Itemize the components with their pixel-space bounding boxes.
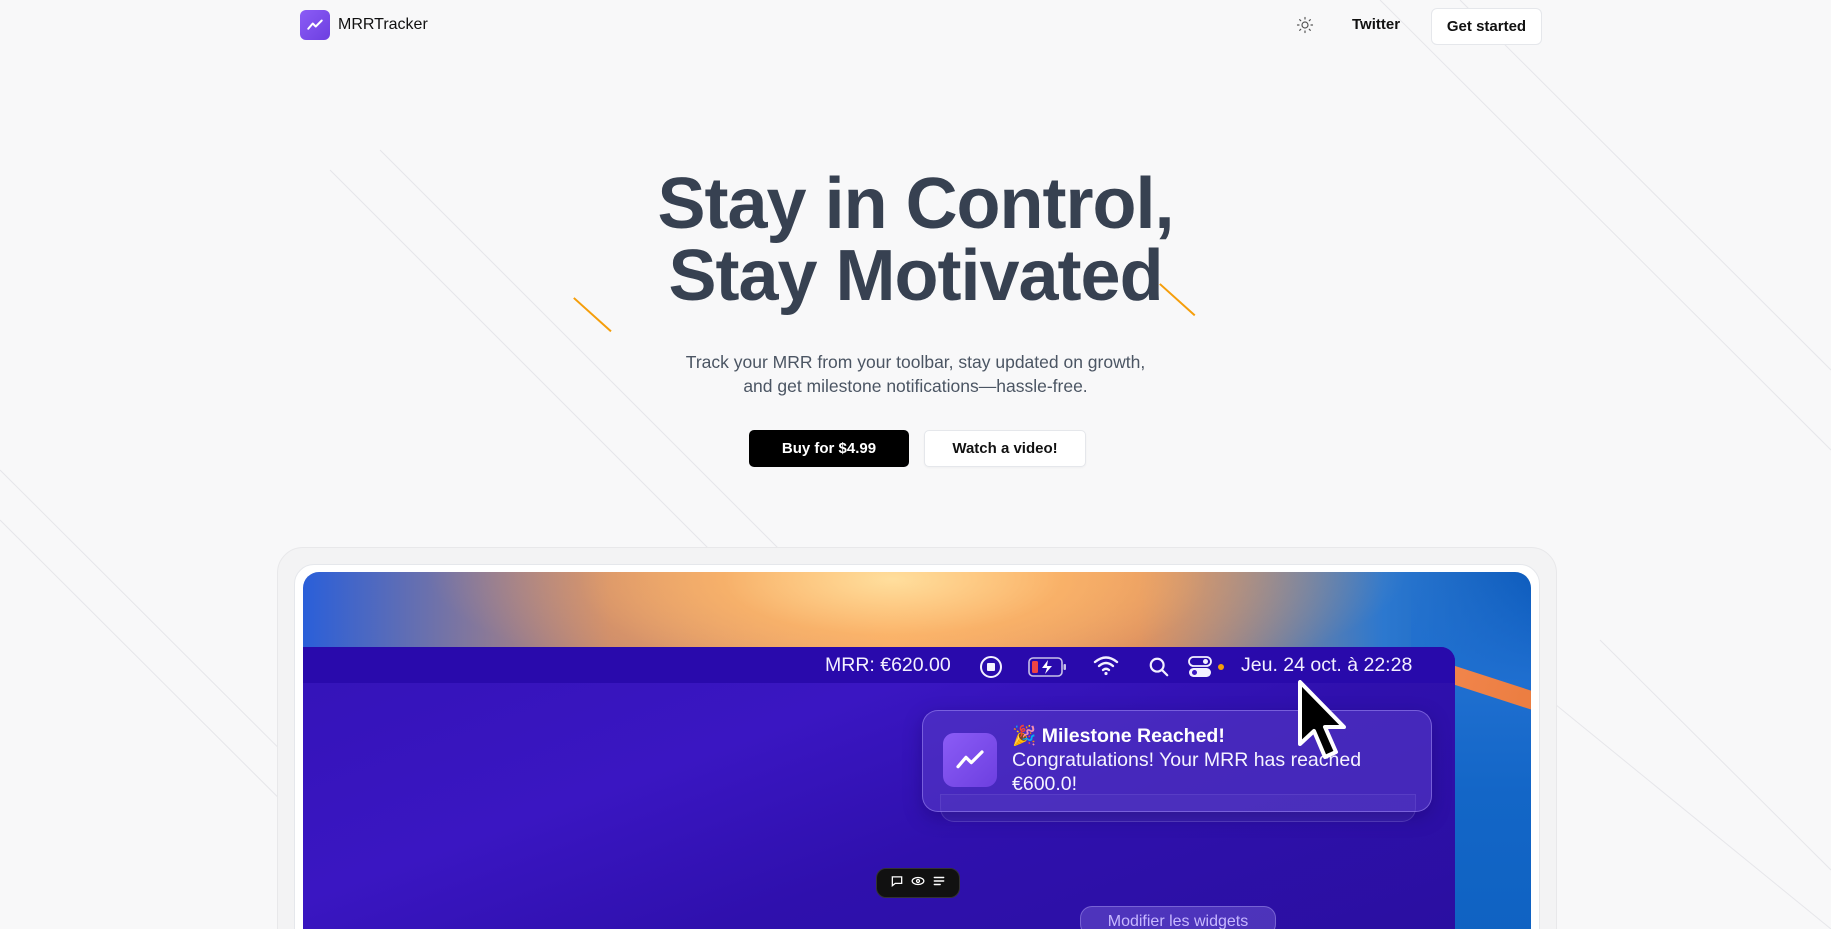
twitter-link[interactable]: Twitter bbox=[1352, 16, 1400, 33]
cursor-icon bbox=[1296, 680, 1358, 769]
search-icon bbox=[1148, 656, 1170, 683]
mac-screenshot: MRR: €620.00 Jeu. 24 oct. à 22:28 🎉 Mile… bbox=[303, 572, 1531, 929]
brand-logo[interactable]: MRRTracker bbox=[300, 10, 428, 40]
get-started-button[interactable]: Get started bbox=[1431, 8, 1542, 45]
wifi-icon bbox=[1093, 655, 1119, 682]
notification-body: Congratulations! Your MRR has reached €6… bbox=[1012, 749, 1362, 795]
buy-button[interactable]: Buy for $4.99 bbox=[749, 430, 909, 467]
hero-title-line-1: Stay in Control, bbox=[657, 164, 1174, 244]
watch-video-button[interactable]: Watch a video! bbox=[924, 430, 1086, 467]
brand-name: MRRTracker bbox=[338, 16, 428, 33]
mac-menubar: MRR: €620.00 Jeu. 24 oct. à 22:28 bbox=[303, 647, 1455, 683]
hero-title: Stay in Control, Stay Motivated bbox=[0, 168, 1831, 312]
edit-widgets-button[interactable]: Modifier les widgets bbox=[1080, 906, 1276, 929]
hero-subtitle-line-1: Track your MRR from your toolbar, stay u… bbox=[685, 352, 1146, 372]
stage-toolbar bbox=[876, 868, 960, 898]
menubar-date: Jeu. 24 oct. à 22:28 bbox=[1241, 654, 1413, 676]
notification-title: 🎉 Milestone Reached! bbox=[1012, 725, 1225, 747]
hero-title-line-2: Stay Motivated bbox=[668, 236, 1163, 316]
list-icon[interactable] bbox=[932, 874, 946, 893]
menubar-mrr[interactable]: MRR: €620.00 bbox=[825, 654, 951, 677]
record-icon bbox=[979, 655, 1003, 684]
sun-icon[interactable] bbox=[1296, 16, 1314, 34]
chat-icon[interactable] bbox=[890, 874, 904, 893]
hero-subtitle-line-2: and get milestone notifications—hassle-f… bbox=[743, 376, 1088, 396]
control-center-icon bbox=[1188, 656, 1226, 683]
chart-line-icon bbox=[300, 10, 330, 40]
chart-line-icon bbox=[943, 733, 997, 787]
eye-icon[interactable] bbox=[910, 874, 926, 893]
battery-icon bbox=[1028, 657, 1068, 682]
hero-subtitle: Track your MRR from your toolbar, stay u… bbox=[0, 350, 1831, 398]
top-nav: MRRTracker Twitter Get started bbox=[300, 8, 1542, 45]
